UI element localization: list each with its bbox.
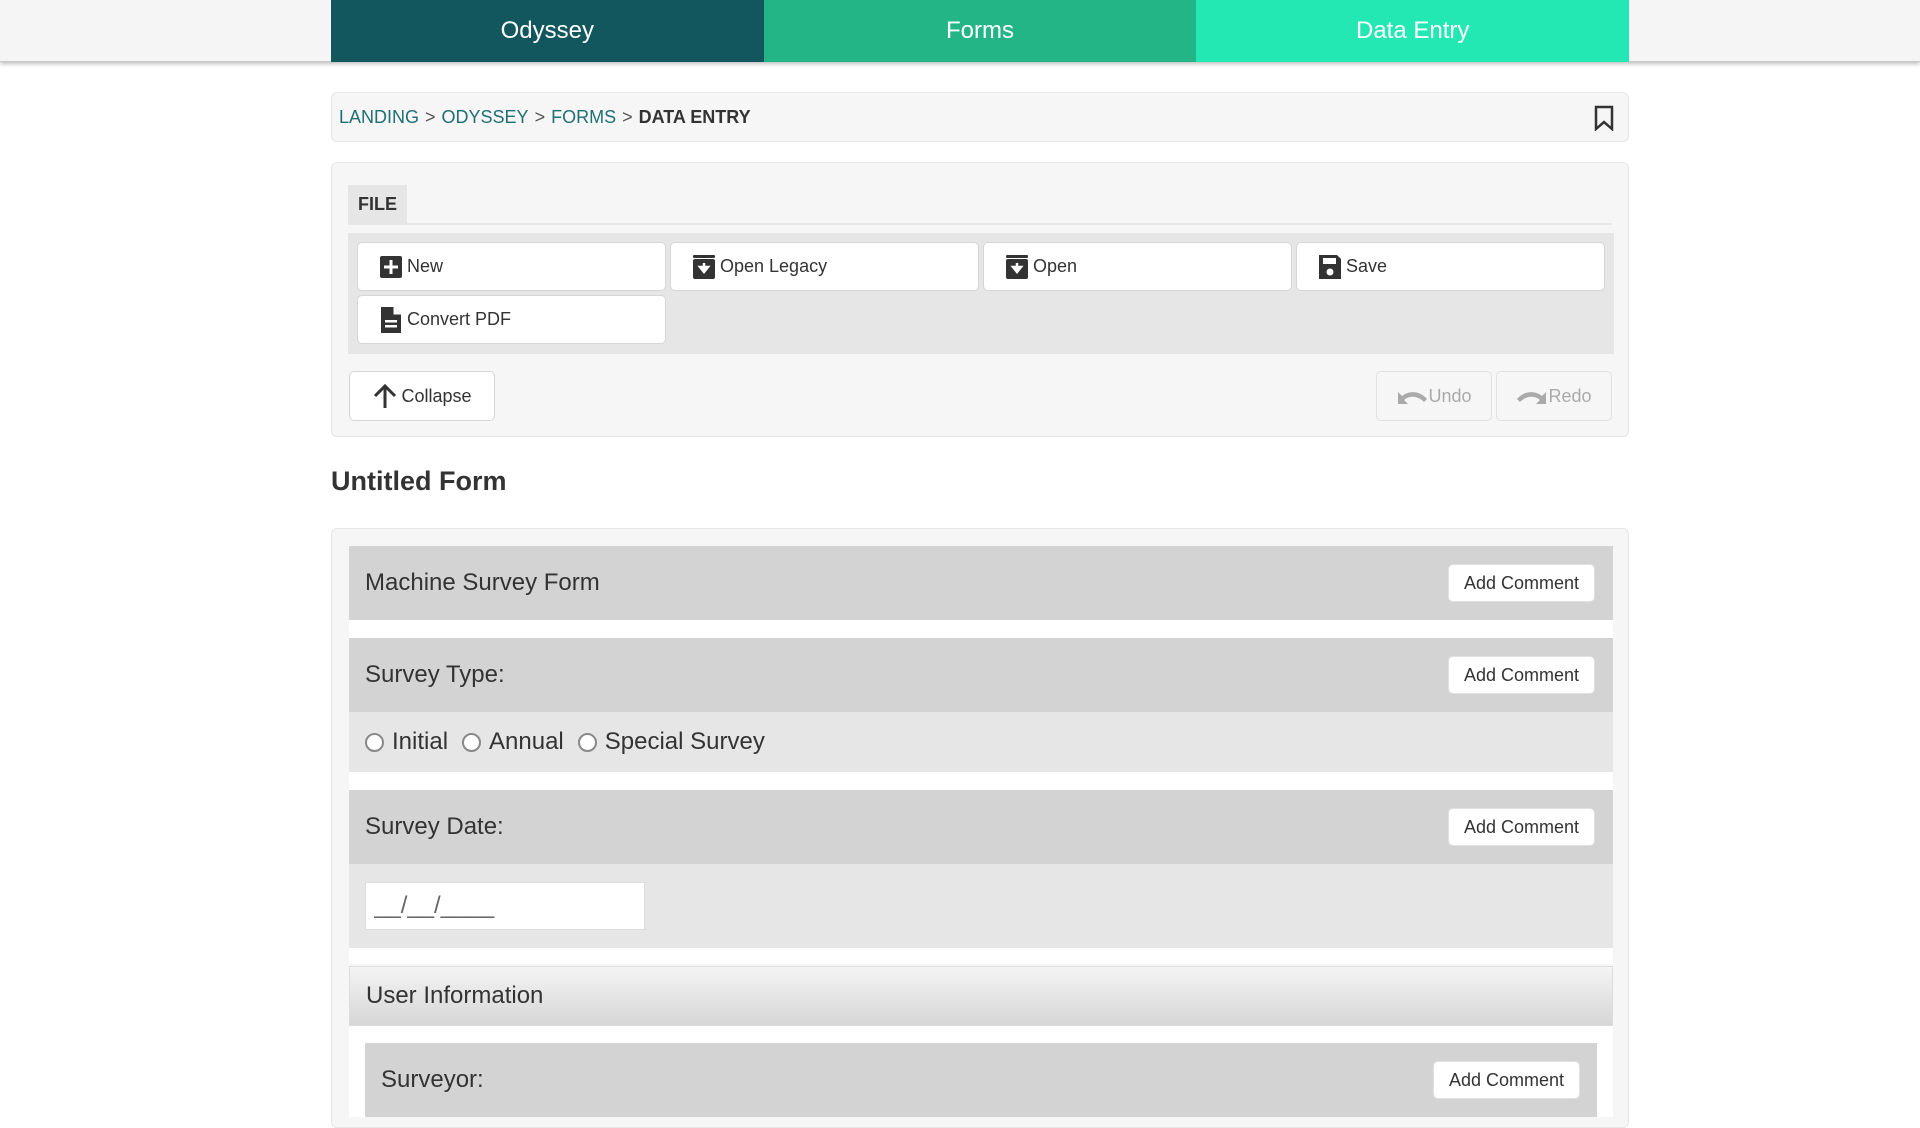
survey-type-options: Initial Annual Special Survey — [349, 712, 1613, 772]
file-panel: FILE New Open Legacy Open Save Convert P… — [331, 162, 1629, 437]
radio-initial[interactable]: Initial — [365, 728, 448, 756]
section-spacer — [349, 948, 1613, 964]
machine-survey-label: Machine Survey Form — [365, 569, 600, 596]
undo-icon — [1398, 392, 1428, 404]
user-information-body: Surveyor: Add Comment — [349, 1026, 1613, 1117]
top-nav: Odyssey Forms Data Entry — [331, 0, 1630, 62]
radio-special-survey-label: Special Survey — [604, 728, 765, 755]
save-button-label: Save — [1346, 256, 1388, 276]
survey-date-input[interactable] — [365, 882, 645, 930]
breadcrumb-current: DATA ENTRY — [638, 106, 751, 127]
form-title: Untitled Form — [331, 466, 507, 496]
plus-square-icon — [380, 255, 402, 278]
survey-date-body — [349, 864, 1613, 948]
breadcrumb-landing[interactable]: LANDING — [339, 107, 419, 128]
add-comment-button[interactable]: Add Comment — [1447, 808, 1595, 846]
undo-button-label: Undo — [1428, 385, 1472, 406]
nav-tab-odyssey[interactable]: Odyssey — [331, 0, 764, 62]
file-divider — [348, 223, 1612, 225]
section-spacer — [349, 620, 1613, 638]
new-button[interactable]: New — [357, 242, 666, 291]
radio-special-survey[interactable]: Special Survey — [577, 728, 765, 756]
section-spacer — [349, 772, 1613, 790]
radio-button[interactable] — [365, 732, 384, 752]
survey-date-header: Survey Date: Add Comment — [349, 790, 1613, 864]
breadcrumb-separator: > — [622, 106, 633, 127]
breadcrumb-separator: > — [425, 106, 436, 127]
new-button-label: New — [407, 256, 444, 276]
save-button[interactable]: Save — [1296, 242, 1605, 291]
redo-icon — [1517, 392, 1547, 404]
open-legacy-button-label: Open Legacy — [720, 256, 828, 276]
user-information-section: User Information Surveyor: Add Comment — [349, 966, 1613, 1117]
arrow-up-icon — [374, 383, 397, 408]
add-comment-button[interactable]: Add Comment — [1432, 1061, 1580, 1099]
open-legacy-button[interactable]: Open Legacy — [670, 242, 979, 291]
survey-date-label: Survey Date: — [365, 813, 504, 840]
redo-button-label: Redo — [1548, 385, 1592, 406]
archive-download-icon — [1006, 254, 1028, 279]
convert-pdf-button-label: Convert PDF — [407, 309, 512, 329]
convert-pdf-button[interactable]: Convert PDF — [357, 295, 666, 344]
file-button-grid: New Open Legacy Open Save Convert PDF — [348, 233, 1614, 354]
user-information-header[interactable]: User Information — [349, 966, 1613, 1026]
collapse-button[interactable]: Collapse — [349, 371, 495, 421]
radio-button[interactable] — [462, 732, 482, 752]
collapse-button-label: Collapse — [401, 385, 472, 406]
document-icon — [381, 306, 401, 333]
radio-annual[interactable]: Annual — [462, 728, 564, 756]
redo-button[interactable]: Redo — [1496, 371, 1612, 421]
radio-initial-label: Initial — [392, 728, 449, 755]
radio-annual-label: Annual — [489, 728, 564, 755]
machine-survey-section: Machine Survey Form Add Comment — [349, 546, 1613, 638]
breadcrumb-odyssey[interactable]: ODYSSEY — [442, 107, 529, 128]
survey-type-header: Survey Type: Add Comment — [349, 638, 1613, 712]
radio-button[interactable] — [577, 732, 597, 752]
bookmark-icon[interactable] — [1592, 105, 1616, 132]
user-information-label: User Information — [366, 982, 544, 1009]
breadcrumb: LANDING > ODYSSEY > FORMS > DATA ENTRY — [331, 92, 1629, 142]
surveyor-header: Surveyor: Add Comment — [365, 1043, 1597, 1117]
add-comment-button[interactable]: Add Comment — [1447, 564, 1595, 602]
floppy-disk-icon — [1319, 254, 1341, 279]
archive-download-icon — [693, 254, 715, 279]
breadcrumb-separator: > — [534, 106, 546, 127]
open-button-label: Open — [1033, 256, 1078, 276]
survey-date-section: Survey Date: Add Comment — [349, 790, 1613, 964]
nav-tab-forms[interactable]: Forms — [763, 0, 1197, 62]
nav-tab-data-entry[interactable]: Data Entry — [1196, 0, 1630, 62]
add-comment-button[interactable]: Add Comment — [1447, 656, 1595, 694]
top-bar: Odyssey Forms Data Entry — [0, 0, 1920, 62]
survey-type-section: Survey Type: Add Comment Initial Annual … — [349, 638, 1613, 790]
file-tab[interactable]: FILE — [348, 185, 407, 223]
form-panel: Machine Survey Form Add Comment Survey T… — [331, 528, 1629, 1128]
open-button[interactable]: Open — [983, 242, 1292, 291]
surveyor-label: Surveyor: — [381, 1066, 484, 1093]
survey-type-label: Survey Type: — [365, 661, 505, 688]
breadcrumb-forms[interactable]: FORMS — [551, 107, 616, 128]
undo-button[interactable]: Undo — [1376, 371, 1492, 421]
machine-survey-header: Machine Survey Form Add Comment — [349, 546, 1613, 620]
